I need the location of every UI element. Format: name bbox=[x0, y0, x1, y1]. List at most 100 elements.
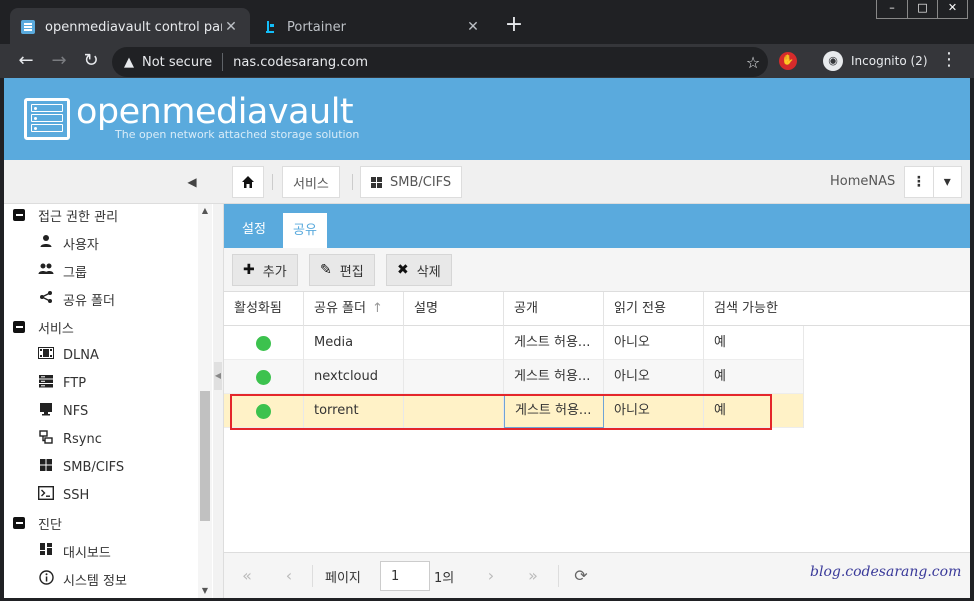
address-bar[interactable]: ▲ Not secure nas.codesarang.com ☆ bbox=[112, 47, 768, 77]
incognito-icon: ◉ bbox=[823, 51, 843, 71]
last-page-icon[interactable]: » bbox=[522, 565, 544, 587]
action-toolbar: ✚ 추가 ✎ 편집 ✖ 삭제 bbox=[224, 248, 970, 292]
sidebar-item-ftp[interactable]: FTP bbox=[38, 369, 86, 397]
page-label: 페이지 bbox=[325, 571, 361, 586]
cell-folder: nextcloud bbox=[304, 360, 404, 394]
column-header-description[interactable]: 설명 bbox=[404, 292, 504, 326]
cell-readonly: 아니오 bbox=[604, 360, 704, 394]
dashboard-icon bbox=[38, 542, 54, 560]
breadcrumb-services[interactable]: 서비스 bbox=[282, 166, 340, 198]
column-header-enabled[interactable]: 활성화됨 bbox=[224, 292, 304, 326]
sidebar-scrollbar[interactable]: ▲ ▼ bbox=[198, 204, 212, 598]
portainer-favicon-icon bbox=[262, 19, 278, 35]
new-tab-button[interactable]: + bbox=[500, 12, 528, 40]
reload-icon[interactable]: ↻ bbox=[79, 49, 103, 73]
scrollbar-thumb[interactable] bbox=[200, 391, 210, 521]
extension-hand-icon[interactable]: ✋ bbox=[779, 52, 797, 70]
collapse-square-icon[interactable] bbox=[13, 517, 25, 529]
sidebar-item-label: 공유 폴더 bbox=[63, 293, 115, 309]
cell-public[interactable]: 게스트 허용... bbox=[504, 394, 604, 428]
add-button[interactable]: ✚ 추가 bbox=[232, 254, 298, 286]
collapse-square-icon[interactable] bbox=[13, 209, 25, 221]
collapse-sidebar-icon[interactable]: ◀ bbox=[182, 172, 202, 192]
browser-menu-icon[interactable]: ⋮ bbox=[940, 49, 958, 71]
dropdown-arrow-icon[interactable]: ▾ bbox=[934, 167, 962, 197]
hostname: HomeNAS bbox=[830, 174, 896, 189]
scroll-up-icon[interactable]: ▲ bbox=[198, 204, 212, 218]
pencil-icon: ✎ bbox=[320, 262, 332, 278]
sort-ascending-icon: ↑ bbox=[371, 301, 383, 316]
more-options-icon[interactable]: ⋮ bbox=[905, 167, 934, 197]
sidebar-item-shared-folders[interactable]: 공유 폴더 bbox=[38, 285, 115, 313]
url-text[interactable]: nas.codesarang.com bbox=[233, 55, 738, 70]
sidebar-item-users[interactable]: 사용자 bbox=[38, 229, 99, 257]
first-page-icon[interactable]: « bbox=[236, 565, 258, 587]
column-header-readonly[interactable]: 읽기 전용 bbox=[604, 292, 704, 326]
sidebar-item-label: 서비스 bbox=[38, 321, 74, 337]
omnibox-divider bbox=[222, 53, 224, 71]
sidebar-item-nfs[interactable]: NFS bbox=[38, 397, 88, 425]
minimize-button[interactable]: – bbox=[877, 0, 907, 18]
maximize-button[interactable]: □ bbox=[907, 0, 937, 18]
scroll-down-icon[interactable]: ▼ bbox=[198, 584, 212, 598]
tab-shares[interactable]: 공유 bbox=[282, 212, 328, 248]
cell-folder: torrent bbox=[304, 394, 404, 428]
cell-description bbox=[404, 394, 504, 428]
column-header-browsable[interactable]: 검색 가능한 bbox=[704, 292, 804, 326]
close-tab-icon[interactable]: ✕ bbox=[464, 19, 482, 35]
sidebar-item-dashboard[interactable]: 대시보드 bbox=[38, 537, 111, 565]
brand-name: openmediavault bbox=[76, 92, 354, 132]
page-total-label: 1의 bbox=[434, 571, 455, 586]
tab-settings[interactable]: 설정 bbox=[232, 212, 276, 248]
previous-page-icon[interactable]: ‹ bbox=[278, 565, 300, 587]
column-header-shared-folder[interactable]: 공유 폴더 ↑ bbox=[304, 292, 404, 326]
omv-favicon-icon bbox=[20, 19, 36, 35]
breadcrumb-home[interactable] bbox=[232, 166, 264, 198]
info-icon bbox=[38, 569, 54, 589]
sidebar-item-label: SMB/CIFS bbox=[63, 459, 125, 475]
sidebar-item-dlna[interactable]: DLNA bbox=[38, 341, 99, 369]
pagination-bar: « ‹ 페이지 1의 › » ⟳ blog.codesarang.com bbox=[224, 552, 970, 598]
bookmark-star-icon[interactable]: ☆ bbox=[738, 53, 768, 72]
browser-tab-portainer[interactable]: Portainer ✕ bbox=[252, 8, 492, 46]
omv-logo-icon bbox=[24, 98, 70, 140]
breadcrumb-smb[interactable]: SMB/CIFS bbox=[360, 166, 463, 198]
table-row-selected[interactable]: torrent 게스트 허용... 아니오 예 bbox=[224, 394, 804, 428]
sidebar-item-label: Rsync bbox=[63, 431, 102, 447]
refresh-icon[interactable]: ⟳ bbox=[570, 565, 592, 587]
sidebar-group-diagnostics[interactable]: 진단 bbox=[13, 509, 62, 537]
sidebar-item-smb[interactable]: SMB/CIFS bbox=[38, 453, 124, 481]
column-header-public[interactable]: 공개 bbox=[504, 292, 604, 326]
next-page-icon[interactable]: › bbox=[480, 565, 502, 587]
browser-tab-omv[interactable]: openmediavault control panel - h ✕ bbox=[10, 8, 250, 46]
edit-button-label: 편집 bbox=[339, 264, 364, 280]
sidebar-item-rsync[interactable]: Rsync bbox=[38, 425, 102, 453]
sidebar-item-label: 사용자 bbox=[63, 237, 99, 253]
collapse-square-icon[interactable] bbox=[13, 321, 25, 333]
sidebar-item-system-info[interactable]: 시스템 정보 bbox=[38, 565, 127, 593]
table-row[interactable]: Media 게스트 허용... 아니오 예 bbox=[224, 326, 804, 360]
back-arrow-icon[interactable]: ← bbox=[14, 49, 38, 73]
sidebar-item-ssh[interactable]: SSH bbox=[37, 481, 89, 509]
panel-splitter[interactable]: ◀ bbox=[213, 204, 224, 598]
sidebar-group-services[interactable]: 서비스 bbox=[13, 313, 74, 341]
security-status[interactable]: Not secure bbox=[142, 55, 212, 70]
page-number-input[interactable] bbox=[380, 561, 430, 591]
delete-button[interactable]: ✖ 삭제 bbox=[386, 254, 452, 286]
edit-button[interactable]: ✎ 편집 bbox=[309, 254, 375, 286]
close-tab-icon[interactable]: ✕ bbox=[222, 19, 240, 35]
incognito-button[interactable]: ◉ Incognito (2) bbox=[813, 48, 938, 74]
watermark-text: blog.codesarang.com bbox=[810, 564, 962, 580]
breadcrumb-separator bbox=[352, 174, 353, 190]
sidebar-group-access[interactable]: 접근 권한 관리 bbox=[13, 204, 118, 229]
host-menu: ⋮ ▾ bbox=[904, 166, 962, 198]
splitter-collapse-icon[interactable]: ◀ bbox=[214, 362, 222, 390]
close-icon: ✖ bbox=[397, 262, 409, 278]
table-row[interactable]: nextcloud 게스트 허용... 아니오 예 bbox=[224, 360, 804, 394]
sidebar-nav: 접근 권한 관리 사용자 그룹 공유 폴더 서비스 DLNA FTP NFS R… bbox=[4, 204, 212, 598]
sidebar-item-groups[interactable]: 그룹 bbox=[38, 257, 87, 285]
close-window-button[interactable]: ✕ bbox=[937, 0, 967, 18]
breadcrumb-bar: ◀ 서비스 SMB/CIFS HomeNAS ⋮ ▾ bbox=[4, 160, 970, 204]
cell-browsable: 예 bbox=[704, 326, 804, 360]
forward-arrow-icon[interactable]: → bbox=[47, 49, 71, 73]
